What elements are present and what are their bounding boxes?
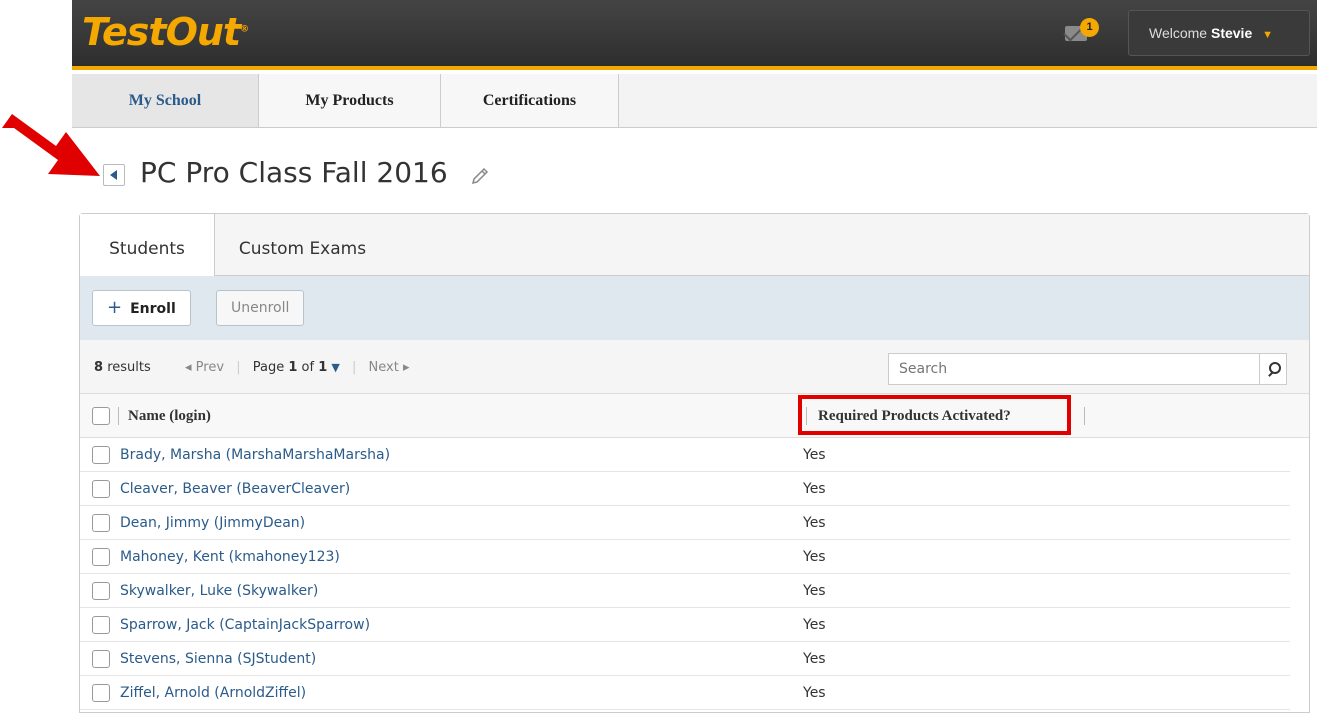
annotation-highlight-box	[798, 395, 1071, 435]
testout-logo[interactable]: TestOut®	[82, 10, 249, 54]
activated-value: Yes	[803, 447, 826, 463]
table-row: Ziffel, Arnold (ArnoldZiffel) Yes	[80, 676, 1290, 710]
column-header-name[interactable]: Name (login)	[128, 408, 211, 425]
search-input[interactable]	[888, 353, 1261, 385]
page-selector[interactable]: Page 1 of 1 ▼	[253, 360, 344, 375]
student-name-link[interactable]: Sparrow, Jack (CaptainJackSparrow)	[120, 617, 370, 633]
pagination: ◂ Prev | Page 1 of 1 ▼ | Next ▸	[185, 360, 410, 375]
activated-value: Yes	[803, 685, 826, 701]
student-name-link[interactable]: Skywalker, Luke (Skywalker)	[120, 583, 318, 599]
top-header-bar: TestOut® 1 Welcome Stevie ▼	[72, 0, 1317, 70]
welcome-label: Welcome	[1149, 25, 1208, 41]
unenroll-button[interactable]: Unenroll	[216, 290, 305, 326]
toolbar: + Enroll Unenroll	[80, 276, 1309, 340]
row-checkbox[interactable]	[92, 446, 110, 464]
next-link[interactable]: Next ▸	[369, 360, 410, 375]
subtab-bar: Students Custom Exams	[80, 214, 1309, 277]
table-row: Sparrow, Jack (CaptainJackSparrow) Yes	[80, 608, 1290, 642]
enroll-button[interactable]: + Enroll	[92, 290, 191, 326]
back-button[interactable]	[103, 164, 125, 186]
row-checkbox[interactable]	[92, 684, 110, 702]
main-nav: My School My Products Certifications	[72, 74, 1317, 128]
column-divider	[1084, 407, 1085, 425]
student-name-link[interactable]: Dean, Jimmy (JimmyDean)	[120, 515, 305, 531]
username: Stevie	[1210, 25, 1253, 41]
table-row: Skywalker, Luke (Skywalker) Yes	[80, 574, 1290, 608]
table-row: Dean, Jimmy (JimmyDean) Yes	[80, 506, 1290, 540]
student-name-link[interactable]: Brady, Marsha (MarshaMarshaMarsha)	[120, 447, 390, 463]
activated-value: Yes	[803, 515, 826, 531]
row-checkbox[interactable]	[92, 650, 110, 668]
prev-link[interactable]: ◂ Prev	[185, 360, 224, 375]
nav-tab-my-school[interactable]: My School	[72, 74, 259, 127]
student-name-link[interactable]: Ziffel, Arnold (ArnoldZiffel)	[120, 685, 306, 701]
messages-button[interactable]: 1	[1065, 18, 1105, 48]
column-divider	[118, 407, 119, 425]
page-title: PC Pro Class Fall 2016	[140, 156, 448, 189]
user-menu-button[interactable]: Welcome Stevie ▼	[1128, 10, 1310, 56]
table-row: Brady, Marsha (MarshaMarshaMarsha) Yes	[80, 438, 1290, 472]
plus-icon: +	[107, 297, 123, 318]
pencil-icon[interactable]	[470, 166, 490, 186]
tab-students[interactable]: Students	[80, 214, 215, 277]
student-name-link[interactable]: Stevens, Sienna (SJStudent)	[120, 651, 316, 667]
caret-down-icon: ▼	[331, 361, 340, 374]
table-header: Name (login) Required Products Activated…	[80, 394, 1309, 438]
row-checkbox[interactable]	[92, 548, 110, 566]
activated-value: Yes	[803, 549, 826, 565]
row-checkbox[interactable]	[92, 582, 110, 600]
notification-badge: 1	[1080, 18, 1099, 37]
tab-custom-exams[interactable]: Custom Exams	[215, 214, 390, 276]
caret-down-icon: ▼	[1262, 29, 1274, 41]
student-name-link[interactable]: Mahoney, Kent (kmahoney123)	[120, 549, 340, 565]
activated-value: Yes	[803, 651, 826, 667]
results-bar: 8 results ◂ Prev | Page 1 of 1 ▼ | Next …	[80, 340, 1309, 394]
class-panel: Students Custom Exams + Enroll Unenroll 8…	[79, 213, 1310, 713]
student-name-link[interactable]: Cleaver, Beaver (BeaverCleaver)	[120, 481, 350, 497]
row-checkbox[interactable]	[92, 480, 110, 498]
activated-value: Yes	[803, 583, 826, 599]
nav-tab-certifications[interactable]: Certifications	[441, 74, 619, 127]
row-checkbox[interactable]	[92, 514, 110, 532]
activated-value: Yes	[803, 481, 826, 497]
table-row: Cleaver, Beaver (BeaverCleaver) Yes	[80, 472, 1290, 506]
nav-tab-my-products[interactable]: My Products	[259, 74, 441, 127]
annotation-arrow-icon	[2, 114, 100, 176]
table-row: Stevens, Sienna (SJStudent) Yes	[80, 642, 1290, 676]
select-all-checkbox[interactable]	[92, 407, 110, 425]
results-count: 8 results	[94, 360, 151, 375]
activated-value: Yes	[803, 617, 826, 633]
row-checkbox[interactable]	[92, 616, 110, 634]
table-row: Mahoney, Kent (kmahoney123) Yes	[80, 540, 1290, 574]
search-icon[interactable]	[1259, 353, 1287, 385]
